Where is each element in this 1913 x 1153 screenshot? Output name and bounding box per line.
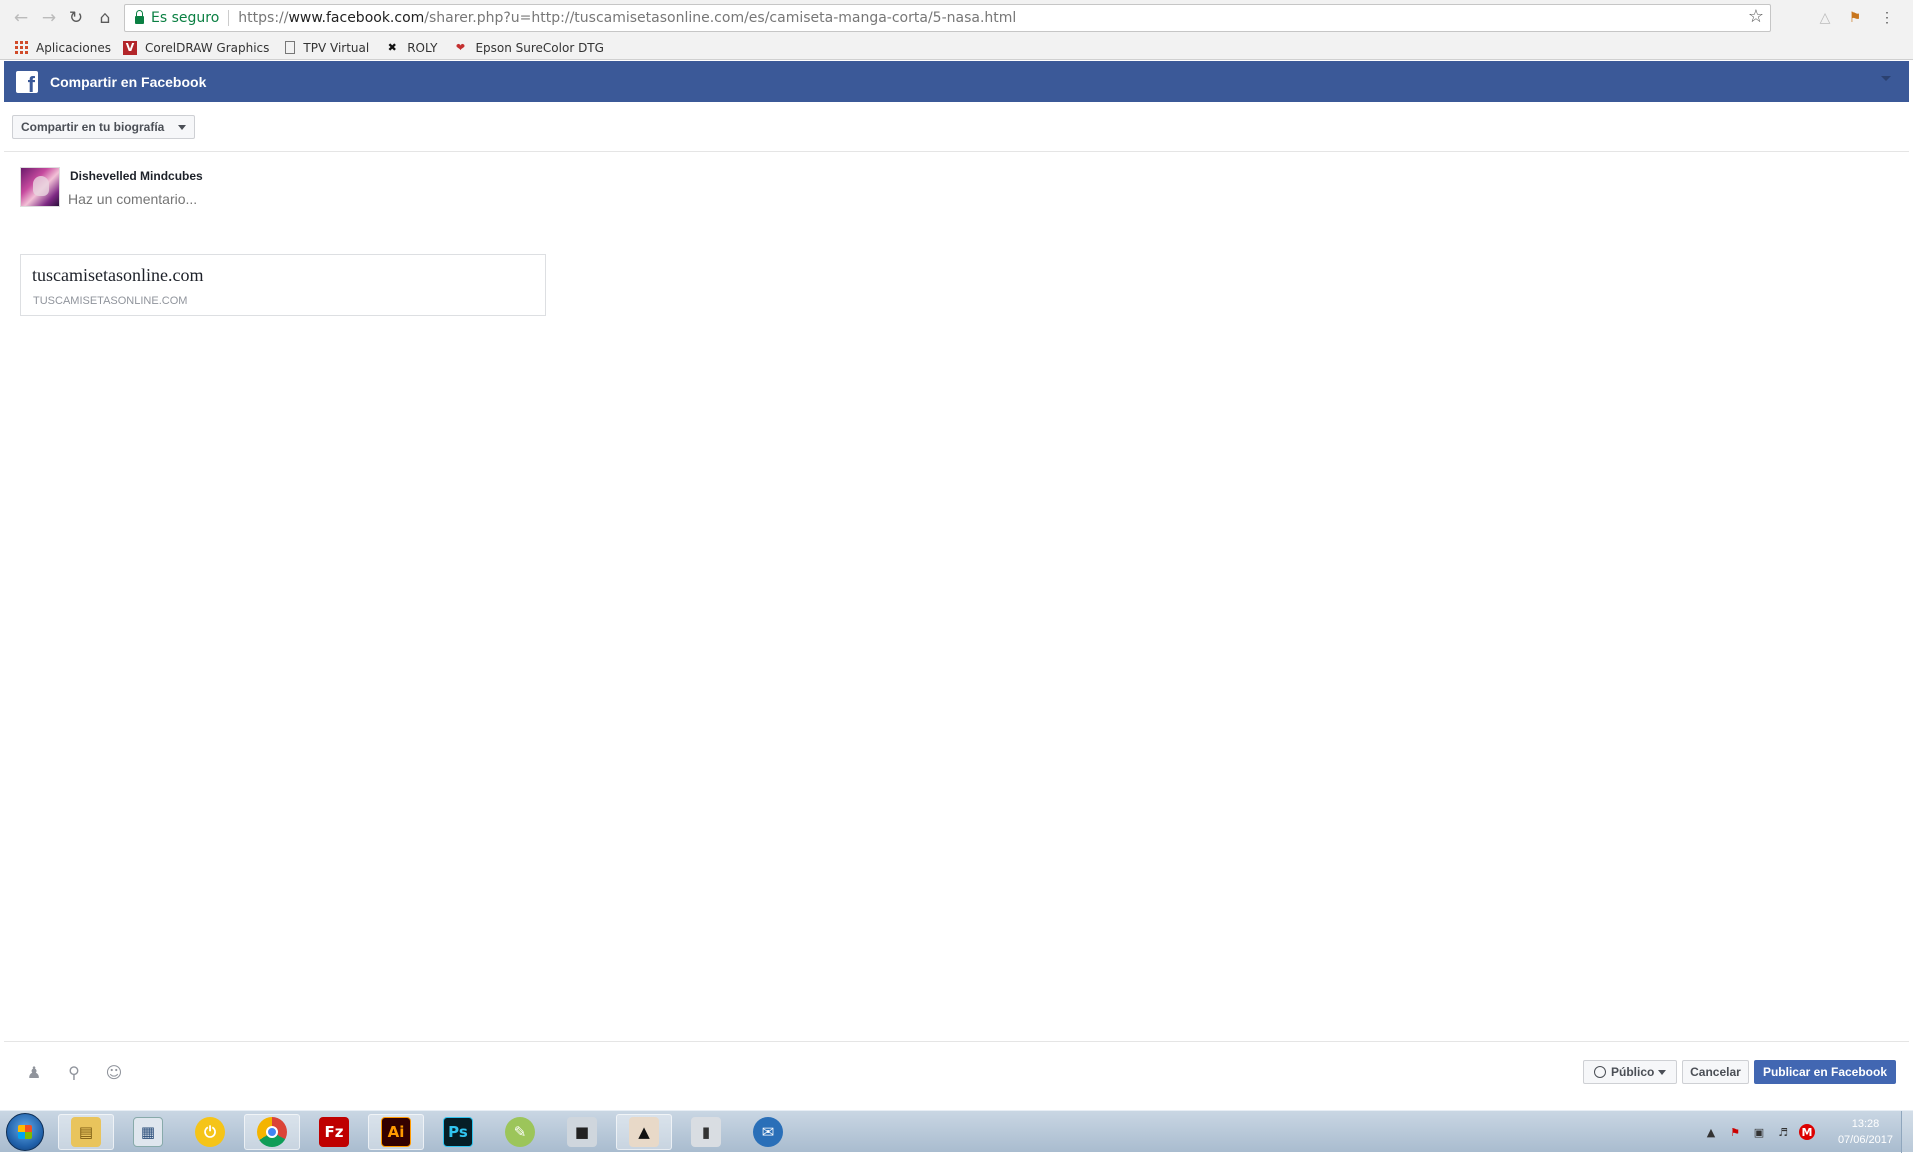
- address-bar[interactable]: Es seguro https://www.facebook.com/share…: [124, 4, 1771, 32]
- bookmark-epson[interactable]: ❤ Epson SureColor DTG: [453, 41, 604, 55]
- forward-arrow-icon[interactable]: →: [37, 6, 61, 30]
- dialog-header: f Compartir en Facebook: [4, 61, 1909, 102]
- home-icon[interactable]: ⌂: [93, 6, 117, 30]
- start-button[interactable]: [6, 1113, 44, 1151]
- taskbar: ▤ ▦ ⏻ Fz Ai Ps ✎ ■ ▲ ▮ ✉ ▲ ⚑ ▣ ♬ M 13:28…: [0, 1110, 1913, 1153]
- url-scheme: https://: [238, 10, 289, 26]
- bookmark-label: CorelDRAW Graphics: [144, 40, 270, 55]
- printer-app-icon[interactable]: ▲: [616, 1114, 672, 1150]
- tray-expand-icon[interactable]: ▲: [1703, 1124, 1719, 1140]
- bookmark-label: Aplicaciones: [36, 40, 111, 55]
- photoshop-icon[interactable]: Ps: [430, 1114, 486, 1150]
- page-icon: [285, 41, 296, 54]
- lock-icon: [135, 10, 144, 24]
- browser-toolbar: ← → ↻ ⌂ Es seguro https://www.facebook.c…: [0, 0, 1913, 36]
- antivirus-icon[interactable]: M: [1799, 1124, 1815, 1140]
- dialog-title: Compartir en Facebook: [50, 73, 207, 90]
- cancel-button[interactable]: Cancelar: [1682, 1060, 1749, 1084]
- avatar: [20, 167, 60, 207]
- bookmark-roly[interactable]: ✖ ROLY: [385, 40, 438, 55]
- publish-button[interactable]: Publicar en Facebook: [1754, 1060, 1896, 1084]
- link-preview-card[interactable]: tuscamisetasonline.com TUSCAMISETASONLIN…: [20, 254, 546, 316]
- browser-window: ← → ↻ ⌂ Es seguro https://www.facebook.c…: [0, 0, 1913, 1153]
- back-arrow-icon[interactable]: ←: [9, 6, 33, 30]
- filezilla-icon[interactable]: Fz: [306, 1114, 362, 1150]
- preview-title: tuscamisetasonline.com: [32, 265, 204, 285]
- bookmark-label: ROLY: [407, 40, 438, 55]
- location-pin-icon[interactable]: ⚲: [64, 1062, 84, 1082]
- pdf-extension-icon[interactable]: △: [1816, 8, 1834, 26]
- coreldraw-icon: V: [122, 40, 137, 55]
- footer-divider: [4, 1041, 1909, 1042]
- caret-down-icon: [178, 125, 187, 130]
- chrome-icon[interactable]: [244, 1114, 300, 1150]
- calculator-icon[interactable]: ▦: [120, 1114, 176, 1150]
- smiley-icon[interactable]: ☺: [104, 1062, 124, 1082]
- share-target-select[interactable]: Compartir en tu biografía: [12, 115, 196, 139]
- omnibox-separator: [228, 10, 230, 26]
- roly-icon: ✖: [387, 41, 397, 54]
- apps-grid-icon: [14, 41, 28, 55]
- comment-input[interactable]: [68, 191, 668, 207]
- file-explorer-icon[interactable]: ▤: [58, 1114, 114, 1150]
- security-label: Es seguro: [151, 10, 220, 26]
- clock-date: 07/06/2017: [1837, 1134, 1893, 1146]
- user-name: Dishevelled Mindcubes: [70, 169, 203, 183]
- inkscape-icon[interactable]: ✎: [492, 1114, 548, 1150]
- bookmark-coreldraw[interactable]: V CorelDRAW Graphics: [122, 40, 270, 55]
- network-icon[interactable]: ▣: [1751, 1124, 1767, 1140]
- divider: [4, 151, 1909, 152]
- show-desktop-button[interactable]: [1901, 1111, 1913, 1153]
- illustrator-icon[interactable]: Ai: [368, 1114, 424, 1150]
- bookmarks-bar: Aplicaciones V CorelDRAW Graphics TPV Vi…: [0, 36, 1913, 60]
- preview-domain: TUSCAMISETASONLINE.COM: [33, 295, 188, 307]
- clock[interactable]: 13:28 07/06/2017: [1838, 1116, 1893, 1148]
- bookmark-label: Epson SureColor DTG: [475, 40, 604, 55]
- privacy-label: Público: [1611, 1065, 1655, 1079]
- bookmark-apps[interactable]: Aplicaciones: [14, 41, 111, 55]
- volume-icon[interactable]: ♬: [1775, 1124, 1791, 1140]
- kebab-menu-icon[interactable]: ⋮: [1878, 8, 1896, 26]
- tshirt-app-icon[interactable]: ■: [554, 1114, 610, 1150]
- power-app-icon[interactable]: ⏻: [182, 1114, 238, 1150]
- globe-icon: [1594, 1066, 1606, 1078]
- tag-friends-icon[interactable]: ♟: [24, 1062, 44, 1082]
- bookmark-flag-icon[interactable]: ⚑: [1846, 8, 1864, 26]
- epson-icon: ❤: [455, 41, 466, 54]
- star-icon[interactable]: ☆: [1748, 6, 1764, 27]
- chevron-down-icon[interactable]: [1881, 76, 1891, 81]
- url-path: /sharer.php?u=http://tuscamisetasonline.…: [424, 10, 1017, 26]
- clock-time: 13:28: [1851, 1118, 1880, 1130]
- caret-down-icon: [1658, 1069, 1667, 1075]
- bookmark-label: TPV Virtual: [303, 40, 370, 55]
- facebook-logo-icon: f: [16, 70, 38, 93]
- url-domain: www.facebook.com: [288, 10, 425, 26]
- thunderbird-icon[interactable]: ✉: [740, 1114, 796, 1150]
- action-center-icon[interactable]: ⚑: [1727, 1124, 1743, 1140]
- book-app-icon[interactable]: ▮: [678, 1114, 734, 1150]
- privacy-select[interactable]: Público: [1583, 1060, 1677, 1084]
- bookmark-tpv[interactable]: TPV Virtual: [285, 41, 369, 55]
- share-target-label: Compartir en tu biografía: [21, 120, 165, 134]
- reload-icon[interactable]: ↻: [64, 6, 88, 30]
